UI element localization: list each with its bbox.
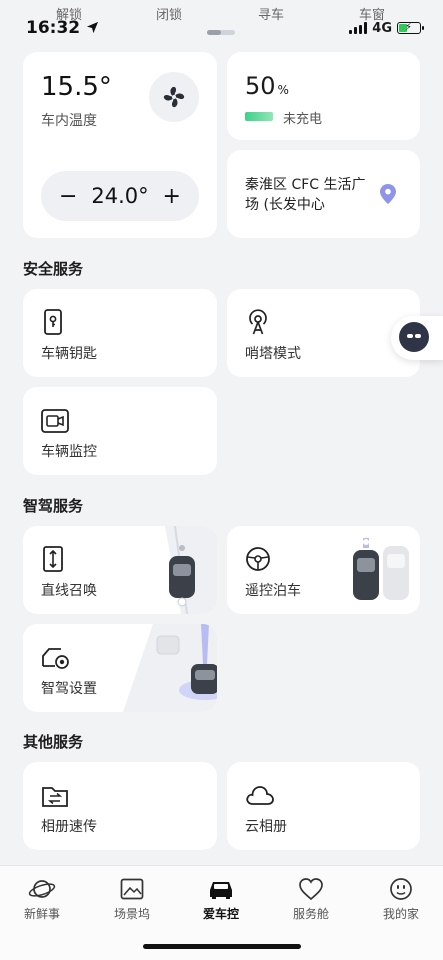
robot-icon (399, 322, 429, 352)
temp-increase-button[interactable]: + (163, 184, 181, 209)
signal-icon (349, 22, 368, 34)
tab-car-control[interactable]: 爱车控 (181, 876, 261, 922)
service-label: 车辆钥匙 (41, 346, 97, 362)
service-label: 遥控泊车 (245, 583, 301, 599)
lock-action[interactable]: 闭锁 (156, 4, 182, 23)
status-indicators: 4G ⚡ (349, 20, 424, 36)
battery-icon: ⚡ (397, 22, 424, 34)
face-icon (390, 878, 412, 900)
sentry-tower-icon (249, 309, 267, 335)
picture-icon (120, 878, 144, 900)
location-card[interactable]: 秦淮区 CFC 生活广场 (长发中心 (227, 150, 420, 238)
parking-car-illustration (353, 538, 409, 600)
home-indicator (143, 944, 301, 949)
tab-scenes[interactable]: 场景坞 (92, 876, 172, 922)
straight-summon-icon (43, 546, 63, 572)
service-card-driving-settings[interactable]: 智驾设置 (23, 624, 217, 712)
service-card-car-key[interactable]: 车辆钥匙 (23, 289, 217, 377)
temp-stepper: − 24.0° + (41, 171, 199, 221)
interior-temp-label: 车内温度 (41, 113, 97, 129)
service-label: 云相册 (245, 819, 287, 835)
summon-car-illustration (165, 526, 217, 614)
section-title-driving: 智驾服务 (23, 497, 84, 515)
fan-button[interactable] (149, 72, 199, 122)
drag-handle[interactable] (207, 30, 235, 35)
service-label: 车辆监控 (41, 444, 97, 460)
interior-temp: 15.5° (41, 72, 112, 102)
assistant-button[interactable] (391, 316, 443, 360)
camera-monitor-icon (41, 409, 69, 433)
service-card-remote-parking[interactable]: 遥控泊车 (227, 526, 420, 614)
phone-key-icon (44, 309, 62, 335)
battery-level-bar (245, 112, 273, 121)
service-label: 相册速传 (41, 819, 97, 835)
steering-wheel-icon (246, 547, 270, 571)
battery-card[interactable]: 50% 未充电 (227, 52, 420, 140)
tab-my-home[interactable]: 我的家 (361, 876, 441, 922)
service-label: 直线召唤 (41, 583, 97, 599)
tab-news[interactable]: 新鲜事 (2, 876, 82, 922)
status-time: 16:32 (26, 18, 99, 38)
section-title-other: 其他服务 (23, 733, 84, 751)
set-temp: 24.0° (91, 184, 149, 208)
network-type: 4G (372, 20, 392, 36)
climate-card[interactable]: 15.5° 车内温度 − 24.0° + (23, 52, 217, 238)
service-card-cloud-album[interactable]: 云相册 (227, 762, 420, 850)
tab-services[interactable]: 服务舱 (271, 876, 351, 922)
driving-settings-illustration (123, 624, 217, 712)
car-icon (210, 882, 232, 899)
temp-decrease-button[interactable]: − (59, 184, 77, 209)
fan-icon (163, 86, 185, 108)
section-title-safety: 安全服务 (23, 260, 84, 278)
service-card-straight-summon[interactable]: 直线召唤 (23, 526, 217, 614)
service-label: 哨塔模式 (245, 346, 301, 362)
service-label: 智驾设置 (41, 681, 97, 697)
location-address: 秦淮区 CFC 生活广场 (长发中心 (245, 177, 366, 213)
service-card-album-transfer[interactable]: 相册速传 (23, 762, 217, 850)
find-car-action[interactable]: 寻车 (258, 4, 284, 23)
heart-icon (299, 878, 323, 901)
folder-transfer-icon (42, 787, 68, 807)
location-arrow-icon (86, 21, 99, 34)
service-card-vehicle-monitor[interactable]: 车辆监控 (23, 387, 217, 475)
car-settings-icon (42, 648, 69, 669)
location-pin-icon (380, 184, 396, 204)
charging-status: 未充电 (283, 112, 323, 127)
planet-icon (28, 880, 56, 898)
battery-percent: 50% (245, 72, 289, 100)
cloud-icon (246, 786, 274, 805)
